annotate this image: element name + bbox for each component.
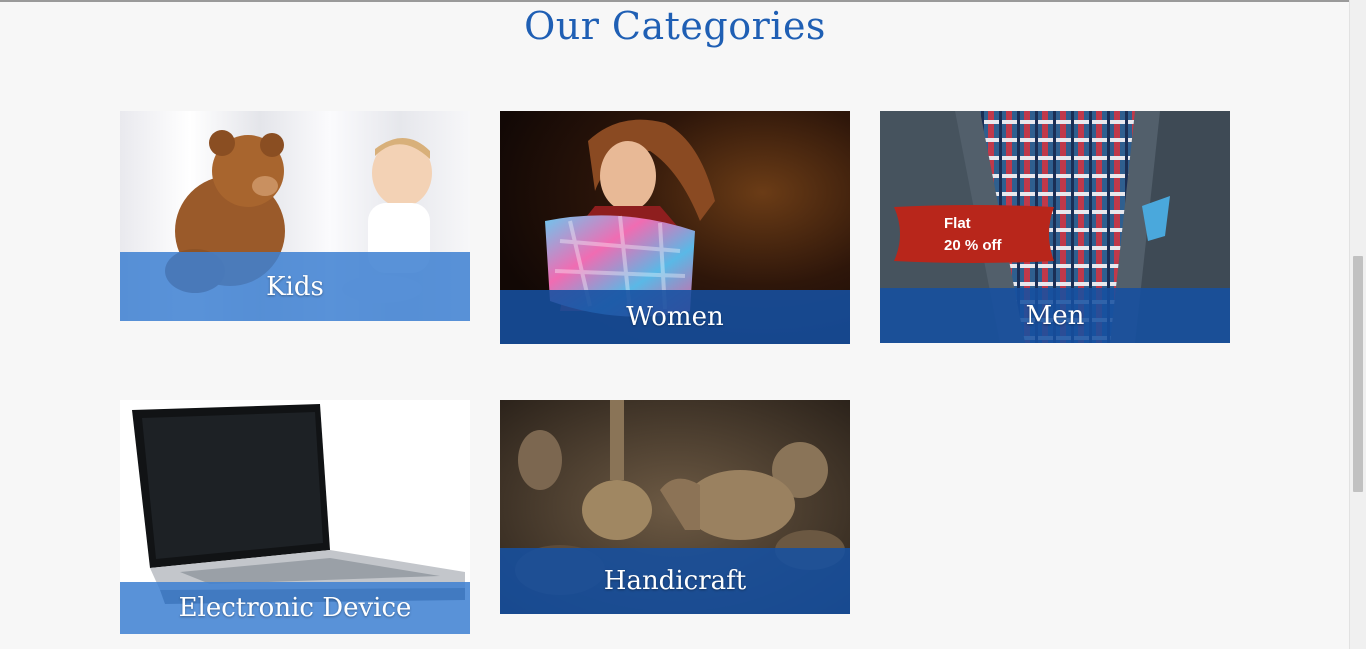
promo-line-2: 20 % off: [944, 237, 1002, 254]
page-scrollbar[interactable]: [1349, 0, 1366, 649]
category-card-kids[interactable]: Kids: [120, 111, 470, 321]
section-title: Our Categories: [524, 4, 826, 48]
category-label-band: Kids: [120, 252, 470, 321]
category-card-electronic-device[interactable]: Electronic Device: [120, 400, 470, 634]
scrollbar-thumb[interactable]: [1353, 256, 1363, 492]
category-label-band: Women: [500, 290, 850, 344]
category-label: Handicraft: [603, 566, 747, 596]
category-card-men[interactable]: Flat 20 % off Men: [880, 111, 1230, 343]
category-label-band: Handicraft: [500, 548, 850, 614]
category-label-band: Electronic Device: [120, 582, 470, 634]
category-label: Electronic Device: [178, 593, 412, 623]
promo-badge: Flat 20 % off: [894, 203, 1054, 265]
category-card-handicraft[interactable]: Handicraft: [500, 400, 850, 614]
category-label: Women: [626, 302, 724, 332]
category-label-band: Men: [880, 288, 1230, 343]
promo-line-1: Flat: [944, 215, 971, 232]
top-border: [0, 0, 1366, 2]
category-label: Kids: [266, 271, 324, 302]
category-label: Men: [1025, 300, 1085, 331]
category-card-women[interactable]: Women: [500, 111, 850, 344]
